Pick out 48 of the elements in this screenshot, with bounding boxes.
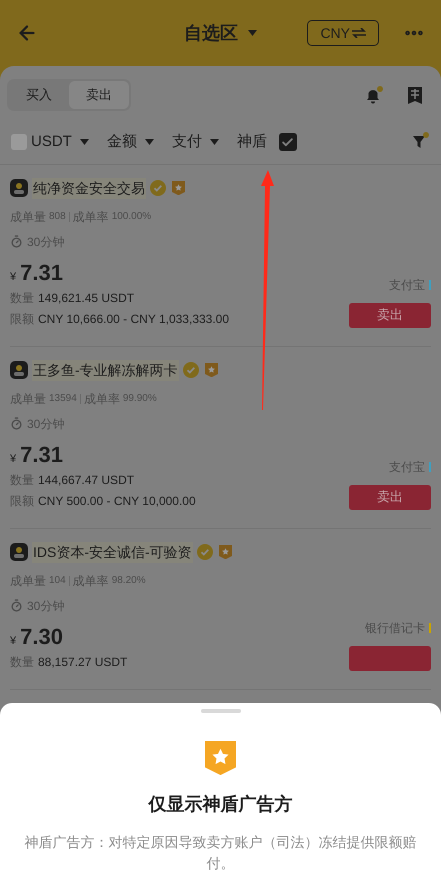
verified-badge-icon	[182, 362, 199, 378]
verified-badge-icon	[196, 544, 213, 560]
shield-badge-icon	[172, 180, 185, 196]
swap-icon	[352, 28, 366, 38]
currency-symbol: ¥	[10, 452, 16, 466]
verified-badge-icon	[150, 180, 166, 196]
quantity: 144,667.47 USDT	[38, 472, 134, 488]
filter-dropdown[interactable]: USDT	[31, 131, 89, 154]
limit-range: CNY 10,666.00 - CNY 1,033,333.00	[38, 310, 230, 328]
quantity: 149,621.45 USDT	[38, 290, 134, 306]
sheet-title: 仅显示神盾广告方	[148, 793, 292, 816]
quantity: 88,157.27 USDT	[38, 654, 128, 670]
currency-symbol: ¥	[10, 634, 16, 648]
price: 7.30	[20, 622, 63, 650]
checkbox[interactable]	[278, 133, 297, 152]
avatar-icon	[10, 361, 28, 379]
avatar-icon	[10, 179, 28, 197]
shield-badge-icon	[204, 362, 218, 378]
stopwatch-icon	[10, 599, 23, 612]
sell-button[interactable]: 卖出	[349, 484, 431, 510]
shield-badge-icon	[218, 544, 232, 560]
stopwatch-icon	[10, 417, 23, 430]
stopwatch-icon	[10, 235, 23, 248]
drag-handle[interactable]	[200, 709, 240, 713]
trade-tab[interactable]: 买入	[9, 81, 69, 109]
caret-icon	[144, 139, 154, 146]
caret-icon	[80, 139, 89, 146]
filter-dropdown[interactable]: 金额	[106, 131, 154, 154]
caret-icon	[210, 139, 219, 146]
bell-icon[interactable]	[364, 85, 384, 105]
sell-button[interactable]: 卖出	[349, 302, 431, 328]
advertiser-name[interactable]: 纯净资金安全交易	[32, 178, 146, 198]
shield-star-icon	[205, 741, 236, 776]
advertiser-name[interactable]: 王多鱼-专业解冻解两卡	[32, 360, 179, 380]
sheet-description: 神盾广告方：对特定原因导致卖方账户（司法）冻结提供限额赔付。	[24, 833, 418, 874]
advertiser-name[interactable]: IDS资本-安全诚信-可验资	[32, 542, 193, 562]
avatar-icon	[10, 543, 28, 561]
currency-symbol: ¥	[10, 270, 16, 284]
filter-label: 神盾	[236, 132, 267, 152]
check-icon	[281, 136, 294, 149]
limit-range: CNY 500.00 - CNY 10,000.00	[38, 492, 196, 510]
page-title[interactable]: 自选区	[184, 20, 238, 46]
trade-tab[interactable]: 卖出	[69, 81, 129, 109]
price: 7.31	[20, 440, 63, 468]
price: 7.31	[20, 258, 63, 286]
filter-dropdown[interactable]: 支付	[172, 131, 219, 154]
currency-button[interactable]: CNY	[307, 20, 379, 46]
dropdown-caret-icon	[248, 30, 258, 36]
